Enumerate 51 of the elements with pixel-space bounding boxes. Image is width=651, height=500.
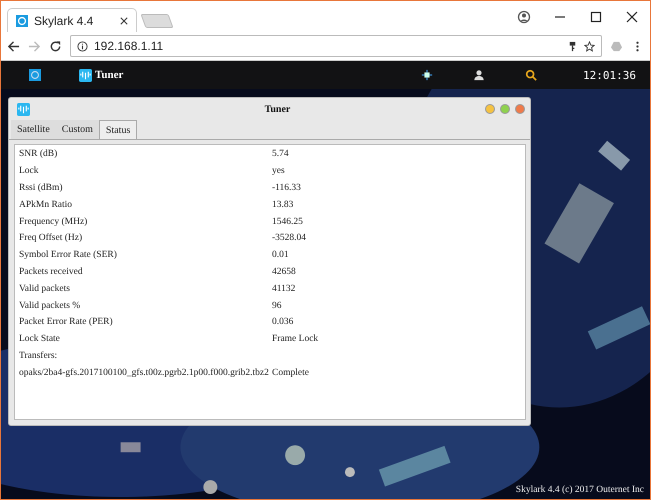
app-logo-icon [16, 14, 28, 26]
profile-icon[interactable] [517, 10, 531, 24]
user-icon[interactable] [473, 69, 486, 81]
tab[interactable]: Custom [56, 120, 99, 139]
status-value: -3528.04 [272, 233, 306, 244]
tab[interactable]: Status [98, 120, 138, 139]
info-icon [77, 40, 88, 52]
status-label: Packets received [19, 266, 84, 277]
status-label: SNR (dB) [19, 149, 58, 160]
status-label: APkMn Ratio [19, 200, 74, 210]
status-label: Valid packets % [19, 300, 82, 311]
back-arrow-icon[interactable] [7, 40, 20, 52]
address-field[interactable]: 192.168.1.11 [70, 35, 602, 57]
tuner-app-button[interactable]: Tuner [79, 68, 124, 82]
status-label: Frequency (MHz) [19, 216, 88, 227]
tab[interactable]: Satellite [11, 120, 56, 139]
search-icon[interactable] [525, 69, 538, 81]
status-value: Frame Lock [272, 334, 318, 344]
status-label: Lock State [19, 334, 61, 344]
waveform-icon [79, 68, 92, 82]
reload-icon[interactable] [49, 40, 62, 52]
status-label: Packet Error Rate (PER) [19, 317, 114, 328]
status-value: 42658 [272, 266, 296, 277]
status-value: 1546.25 [272, 216, 303, 227]
status-value: 0.01 [272, 250, 289, 260]
key-icon[interactable] [567, 40, 578, 52]
status-value: 96 [272, 300, 282, 311]
status-value: 0.036 [272, 317, 294, 328]
status-label: Freq Offset (Hz) [19, 233, 84, 244]
browser-tab[interactable]: Skylark 4.4 [7, 8, 137, 32]
clock-time: 12:01:36 [583, 68, 636, 82]
status-label: Valid packets [19, 284, 71, 294]
waveform-icon [17, 102, 30, 116]
status-label: Symbol Error Rate (SER) [19, 250, 118, 260]
copyright-text: Skylark 4.4 (c) 2017 Outernet Inc [516, 485, 644, 495]
window-title: Tuner [264, 104, 292, 114]
status-value: -116.33 [272, 182, 301, 193]
tab-title: Skylark 4.4 [34, 14, 94, 28]
status-label: Transfers: [19, 350, 58, 361]
status-value: 13.83 [272, 200, 294, 210]
maximize-icon[interactable] [589, 10, 603, 24]
status-value: yes [272, 166, 285, 176]
status-label: Lock [19, 166, 40, 176]
status-value: Complete [272, 368, 309, 378]
close-icon[interactable] [625, 10, 639, 24]
status-value: 41132 [272, 284, 296, 294]
status-value: 5.74 [272, 149, 289, 160]
close-icon[interactable] [120, 16, 128, 24]
status-label: Rssi (dBm) [19, 182, 64, 193]
status-label: opaks/2ba4-gfs.2017100100_gfs.t00z.pgrb2.1p00.f000.grib2.tbz2 [19, 368, 270, 378]
star-icon[interactable] [584, 40, 595, 52]
